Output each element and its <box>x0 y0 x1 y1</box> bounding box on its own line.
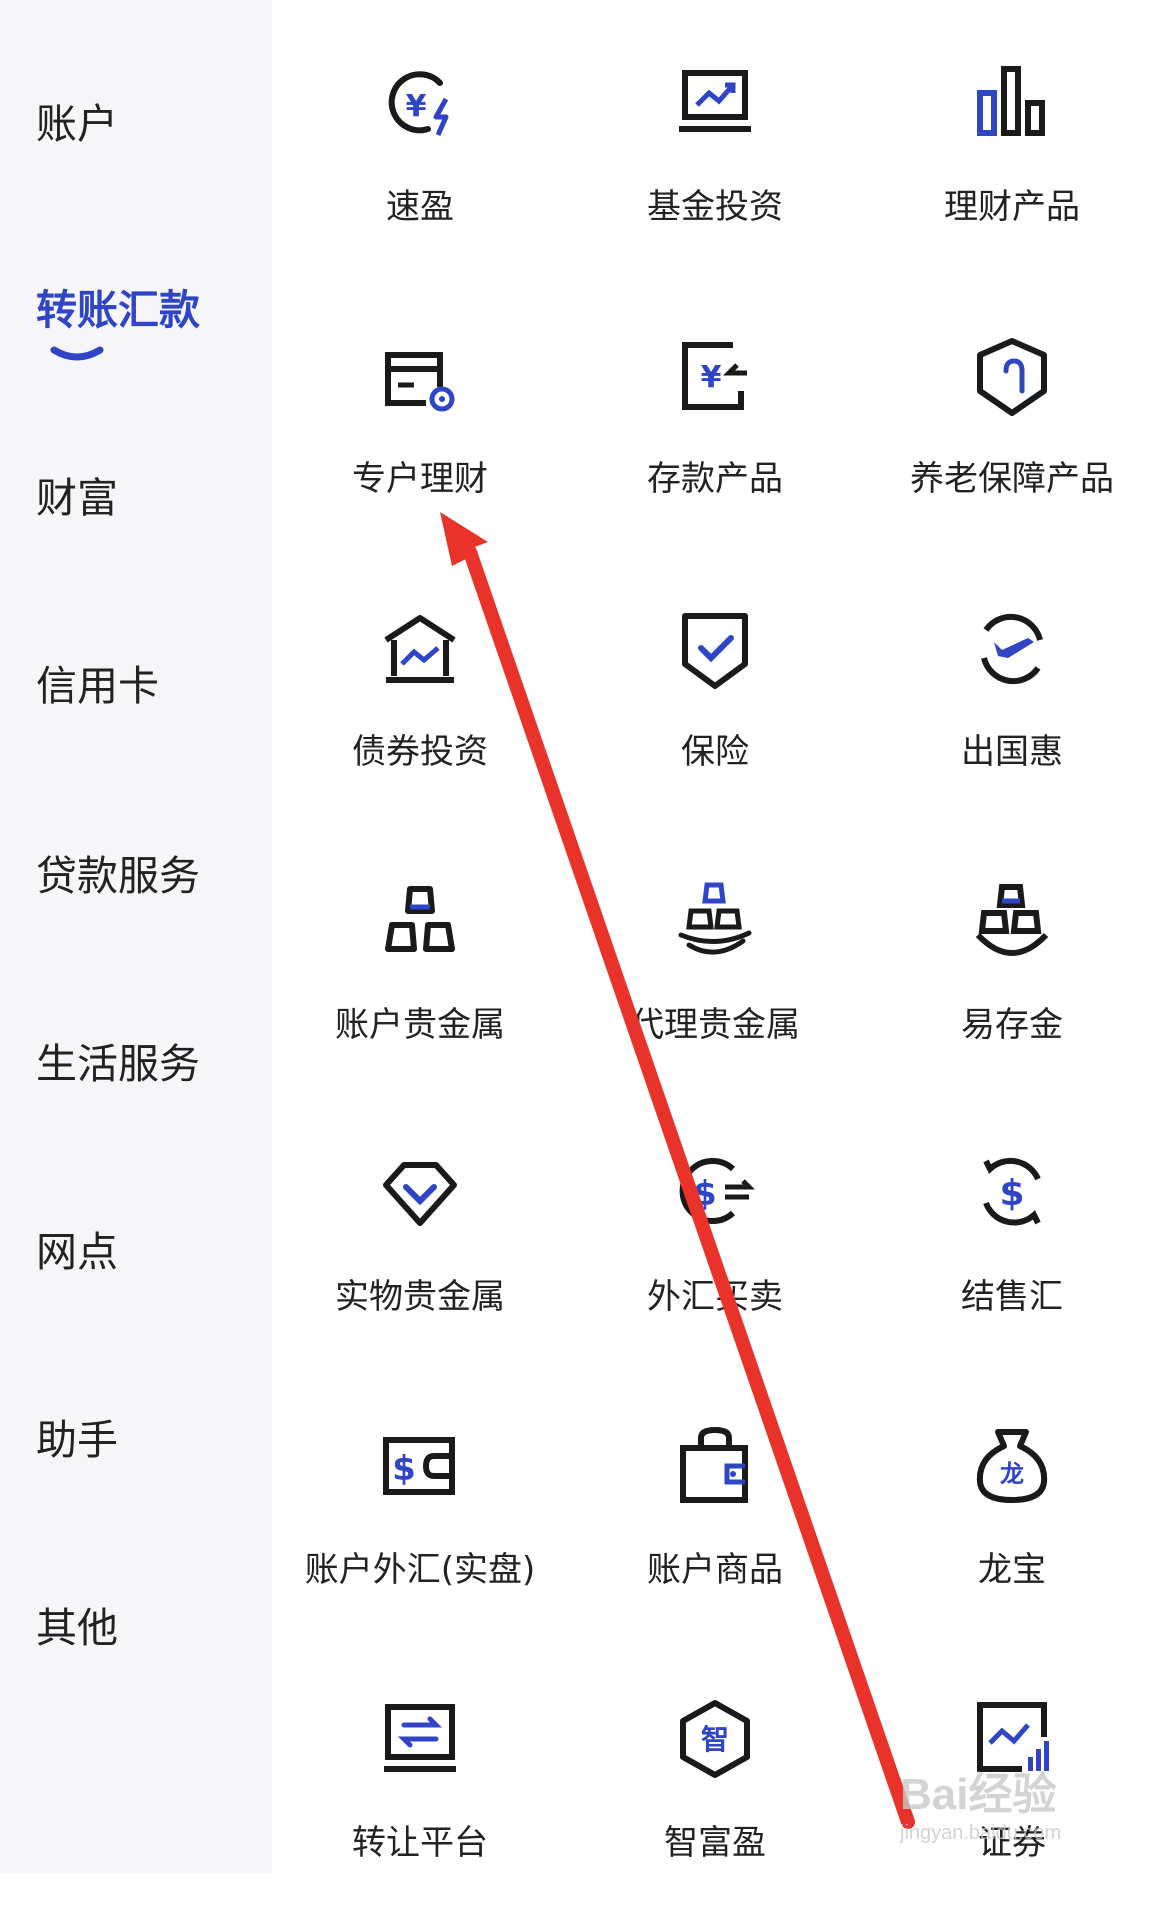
service-tile[interactable]: 养老保障产品 <box>867 292 1157 552</box>
service-tile[interactable]: 账户商品 <box>570 1383 860 1643</box>
svg-text:$: $ <box>392 1449 416 1489</box>
service-label: 外汇买卖 <box>647 1277 783 1317</box>
service-tile[interactable]: 智智富盈 <box>570 1656 860 1916</box>
sidebar-item-account[interactable]: 账户 <box>36 94 118 154</box>
dollar-wallet-icon: $ <box>380 1421 460 1511</box>
service-label: 出国惠 <box>961 732 1063 772</box>
svg-text:$: $ <box>999 1173 1024 1214</box>
svg-text:智: 智 <box>701 1723 729 1756</box>
service-label: 专户理财 <box>352 459 488 499</box>
service-tile[interactable]: $ 外汇买卖 <box>570 1110 860 1370</box>
svg-text:¥: ¥ <box>406 89 427 124</box>
service-tile[interactable]: 易存金 <box>867 838 1157 1098</box>
service-tile[interactable]: 保险 <box>570 565 860 825</box>
service-label: 存款产品 <box>647 459 783 499</box>
watermark: Bai经验 jingyan.baidu.com <box>900 1770 1140 1850</box>
airplane-globe-icon <box>972 603 1052 693</box>
svg-text:¥: ¥ <box>701 360 722 395</box>
sidebar-item-outlets[interactable]: 网点 <box>36 1222 118 1282</box>
service-label: 账户外汇(实盘) <box>304 1550 536 1590</box>
service-label: 实物贵金属 <box>335 1277 505 1317</box>
service-grid: ¥ 速盈 基金投资 理财产品 专户理财 ¥ 存款产品 养老保障产品 债券投资 保… <box>272 0 1170 1873</box>
sidebar-item-life[interactable]: 生活服务 <box>36 1034 200 1094</box>
service-tile[interactable]: 理财产品 <box>867 20 1157 280</box>
service-label: 账户商品 <box>647 1550 783 1590</box>
gold-hand-icon <box>675 876 755 966</box>
service-label: 龙宝 <box>978 1550 1046 1590</box>
service-label: 易存金 <box>961 1005 1063 1045</box>
service-tile[interactable]: 实物贵金属 <box>275 1110 565 1370</box>
sidebar-item-credit-card[interactable]: 信用卡 <box>36 656 159 716</box>
service-label: 理财产品 <box>944 187 1080 227</box>
hexagon-zhi-icon: 智 <box>675 1694 755 1784</box>
service-tile[interactable]: $ 账户外汇(实盘) <box>275 1383 565 1643</box>
service-label: 转让平台 <box>352 1823 488 1863</box>
gold-bars-icon <box>380 876 460 966</box>
dollar-cycle-icon: $ <box>972 1148 1052 1238</box>
watermark-logo-text: Bai经验 <box>900 1770 1057 1819</box>
gold-bowl-icon <box>972 876 1052 966</box>
fund-chart-icon <box>675 58 755 148</box>
service-tile[interactable]: ¥ 存款产品 <box>570 292 860 552</box>
service-tile[interactable]: 转让平台 <box>275 1656 565 1916</box>
category-sidebar: 账户 转账汇款 财富 信用卡 贷款服务 生活服务 网点助手其他 <box>0 0 272 1873</box>
sidebar-item-other[interactable]: 其他 <box>36 1598 118 1658</box>
service-tile[interactable]: 基金投资 <box>570 20 860 280</box>
yuan-deposit-icon: ¥ <box>675 330 755 420</box>
shopping-bag-icon <box>675 1421 755 1511</box>
service-label: 账户贵金属 <box>335 1005 505 1045</box>
yuan-lightning-icon: ¥ <box>380 58 460 148</box>
service-tile[interactable]: 龙龙宝 <box>867 1383 1157 1643</box>
svg-text:$: $ <box>693 1174 717 1214</box>
service-tile[interactable]: ¥ 速盈 <box>275 20 565 280</box>
bank-building-icon <box>380 603 460 693</box>
sidebar-item-loan[interactable]: 贷款服务 <box>36 846 200 906</box>
service-tile[interactable]: 代理贵金属 <box>570 838 860 1098</box>
sidebar-item-label: 转账汇款 <box>36 286 200 334</box>
service-label: 债券投资 <box>352 732 488 772</box>
shield-check-icon <box>675 603 755 693</box>
sidebar-item-wealth[interactable]: 财富 <box>36 468 118 528</box>
service-tile[interactable]: 专户理财 <box>275 292 565 552</box>
service-label: 代理贵金属 <box>630 1005 800 1045</box>
service-tile[interactable]: 出国惠 <box>867 565 1157 825</box>
service-label: 速盈 <box>386 187 454 227</box>
bar-chart-icon <box>972 58 1052 148</box>
dollar-exchange-icon: $ <box>675 1148 755 1238</box>
money-bag-icon: 龙 <box>972 1421 1052 1511</box>
sidebar-item-assistant[interactable]: 助手 <box>36 1410 118 1470</box>
service-label: 基金投资 <box>647 187 783 227</box>
diamond-icon <box>380 1148 460 1238</box>
active-tab-indicator <box>50 346 104 361</box>
sidebar-item-transfer[interactable]: 转账汇款 <box>36 280 200 361</box>
watermark-url: jingyan.baidu.com <box>900 1822 1062 1844</box>
svg-text:龙: 龙 <box>1000 1460 1024 1488</box>
service-tile[interactable]: $ 结售汇 <box>867 1110 1157 1370</box>
service-label: 养老保障产品 <box>910 459 1114 499</box>
service-tile[interactable]: 账户贵金属 <box>275 838 565 1098</box>
shield-cane-icon <box>972 330 1052 420</box>
card-settings-icon <box>380 330 460 420</box>
transfer-monitor-icon <box>380 1694 460 1784</box>
service-label: 保险 <box>681 732 749 772</box>
service-label: 智富盈 <box>664 1823 766 1863</box>
service-label: 结售汇 <box>961 1277 1063 1317</box>
service-tile[interactable]: 债券投资 <box>275 565 565 825</box>
